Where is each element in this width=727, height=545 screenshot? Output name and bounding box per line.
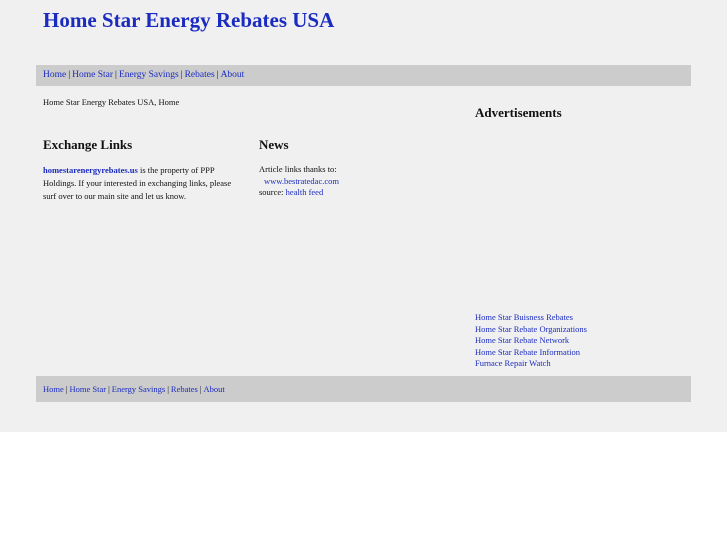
nav-link-rebates[interactable]: Rebates bbox=[185, 70, 215, 80]
nav-separator: | bbox=[180, 70, 183, 80]
nav-separator: | bbox=[216, 70, 219, 80]
footer-link-energy-savings[interactable]: Energy Savings bbox=[112, 384, 165, 394]
breadcrumb: Home Star Energy Rebates USA, Home bbox=[43, 97, 180, 107]
advertisements-heading: Advertisements bbox=[475, 105, 562, 120]
news-intro: Article links thanks to: bbox=[259, 164, 337, 174]
news-source-link[interactable]: health feed bbox=[286, 187, 324, 197]
top-nav: Home | Home Star | Energy Savings | Rebates | Ab… bbox=[36, 65, 691, 86]
ad-link[interactable]: Home Star Rebate Information bbox=[475, 347, 587, 359]
nav-separator: | bbox=[68, 70, 71, 80]
footer-link-home[interactable]: Home bbox=[43, 384, 64, 394]
exchange-site-link[interactable]: homestarenergyrebates.us bbox=[43, 165, 138, 175]
site-title[interactable]: Home Star Energy Rebates USA bbox=[43, 8, 334, 33]
nav-link-energy-savings[interactable]: Energy Savings bbox=[119, 70, 179, 80]
nav-separator: | bbox=[199, 384, 202, 394]
ad-link[interactable]: Furnace Repair Watch bbox=[475, 358, 587, 370]
bottom-nav: Home | Home Star | Energy Savings | Rebates | Ab… bbox=[36, 376, 691, 402]
nav-link-home[interactable]: Home bbox=[43, 70, 66, 80]
ad-link[interactable]: Home Star Buisness Rebates bbox=[475, 312, 587, 324]
exchange-links-heading: Exchange Links bbox=[43, 137, 133, 152]
footer-link-rebates[interactable]: Rebates bbox=[171, 384, 198, 394]
news-heading: News bbox=[259, 137, 289, 152]
news-source-label: source: bbox=[259, 187, 284, 197]
ad-link[interactable]: Home Star Rebate Organizations bbox=[475, 324, 587, 336]
nav-separator: | bbox=[115, 70, 117, 80]
nav-separator: | bbox=[108, 384, 110, 394]
ad-links-list: Home Star Buisness Rebates Home Star Reb… bbox=[475, 312, 587, 370]
nav-separator: | bbox=[65, 384, 68, 394]
footer-link-home-star[interactable]: Home Star bbox=[69, 384, 106, 394]
news-credit-link[interactable]: www.bestratedac.com bbox=[264, 176, 339, 186]
nav-link-about[interactable]: About bbox=[221, 70, 245, 80]
news-section: Article links thanks to: www.bestratedac… bbox=[259, 164, 449, 199]
ad-link[interactable]: Home Star Rebate Network bbox=[475, 335, 587, 347]
page-container: Home Star Energy Rebates USA Home | Home S… bbox=[0, 0, 727, 432]
footer-link-about[interactable]: About bbox=[204, 384, 225, 394]
exchange-links-text: homestarenergyrebates.us is the property… bbox=[43, 164, 243, 203]
nav-link-home-star[interactable]: Home Star bbox=[72, 70, 113, 80]
nav-separator: | bbox=[167, 384, 169, 394]
